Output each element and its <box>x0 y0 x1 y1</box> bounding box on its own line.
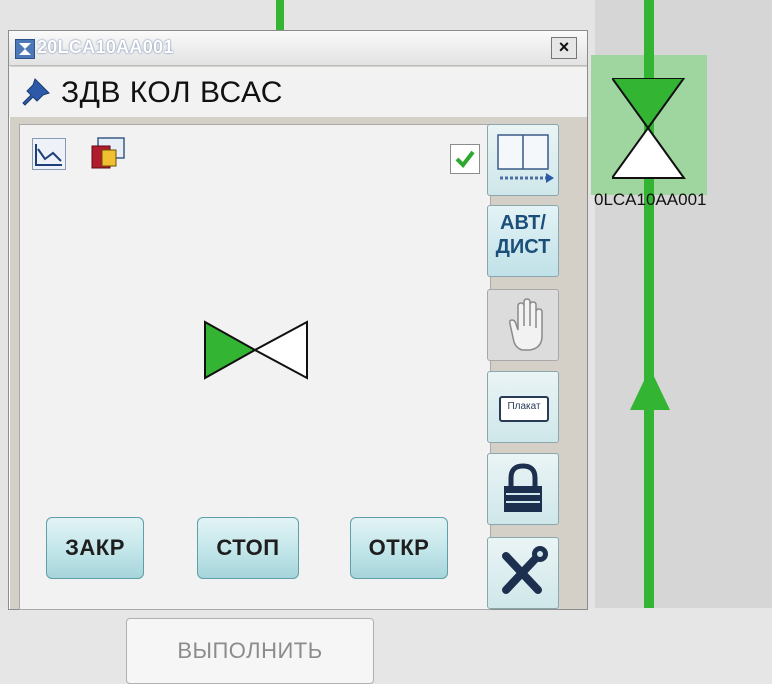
check-icon[interactable] <box>450 144 480 174</box>
subtitle-row: ЗДВ КОЛ ВСАС <box>9 67 587 117</box>
auto-remote-label: АВТ/ ДИСТ <box>488 211 558 259</box>
auto-remote-button[interactable]: АВТ/ ДИСТ <box>487 205 559 277</box>
placard-label: Плакат <box>499 396 549 422</box>
panel-toggle-button[interactable] <box>487 124 559 196</box>
panel-arrows-icon <box>497 134 554 183</box>
device-description: ЗДВ КОЛ ВСАС <box>61 76 283 109</box>
valve-state-icon <box>204 320 308 380</box>
flow-arrow-up-icon <box>630 368 670 410</box>
close-button[interactable]: × <box>551 37 577 59</box>
trend-icon[interactable] <box>32 138 66 170</box>
execute-button[interactable]: ВЫПОЛНИТЬ <box>126 618 374 684</box>
auto-label: АВТ/ <box>500 212 546 234</box>
remote-label: ДИСТ <box>495 236 551 258</box>
background-valve-icon[interactable] <box>612 78 692 182</box>
placard-button[interactable]: Плакат <box>487 371 559 443</box>
valve-icon <box>15 39 35 59</box>
valve-faceplate-window: 20LCA10AA001 × ЗДВ КОЛ ВСАС ЗАКР СТОП ОТ… <box>8 30 588 684</box>
background-valve-tag: 0LCA10AA001 <box>594 190 707 209</box>
hand-icon <box>509 298 543 351</box>
title-bar[interactable]: 20LCA10AA001 × <box>9 31 587 66</box>
pipe-segment <box>276 0 284 32</box>
manual-button[interactable] <box>487 289 559 361</box>
tools-icon <box>502 546 548 594</box>
stop-command-button[interactable]: СТОП <box>197 517 299 579</box>
lock-button[interactable] <box>487 453 559 525</box>
open-command-button[interactable]: ОТКР <box>350 517 448 579</box>
lock-icon <box>504 463 542 512</box>
window-title: 20LCA10AA001 <box>37 37 174 57</box>
main-panel: ЗАКР СТОП ОТКР ВЫПОЛНИТЬ <box>19 124 491 684</box>
pin-icon[interactable] <box>21 77 51 107</box>
close-command-button[interactable]: ЗАКР <box>46 517 144 579</box>
faceplate-icon[interactable] <box>90 136 126 170</box>
settings-button[interactable] <box>487 537 559 609</box>
